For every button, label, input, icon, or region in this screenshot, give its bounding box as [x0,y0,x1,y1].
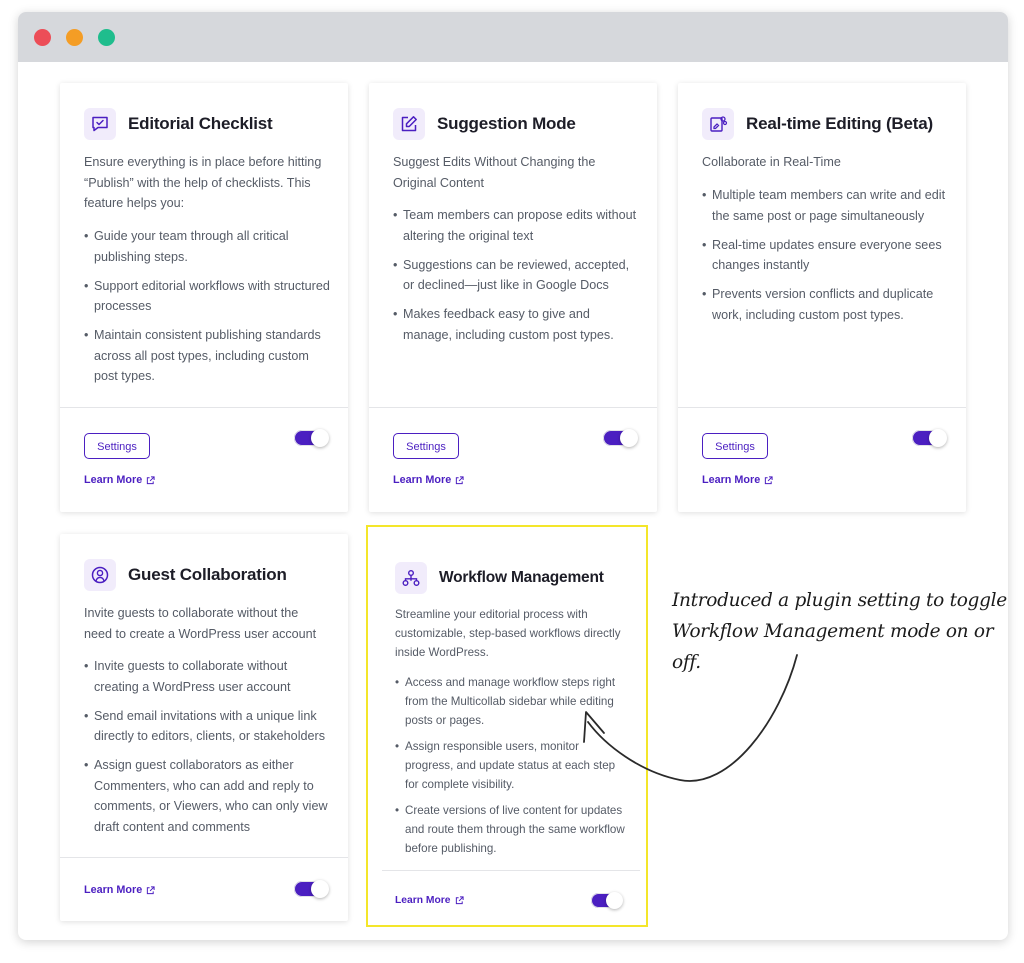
highlight-box [366,525,648,927]
learn-more-label: Learn More [84,474,143,486]
feature-list: Team members can propose edits without a… [393,205,639,354]
card-suggestion-mode: Suggestion Mode Suggest Edits Without Ch… [369,83,657,512]
divider [60,407,348,408]
feature-list: Invite guests to collaborate without cre… [84,656,330,846]
card-realtime-editing: Real-time Editing (Beta) Collaborate in … [678,83,966,512]
list-item: Support editorial workflows with structu… [84,276,330,317]
list-item: Send email invitations with a unique lin… [84,706,330,747]
list-item: Invite guests to collaborate without cre… [84,656,330,697]
close-window-button[interactable] [34,29,51,46]
list-item: Maintain consistent publishing standards… [84,325,330,387]
feature-toggle[interactable] [603,429,638,447]
external-link-icon [764,475,773,485]
toggle-knob [311,429,329,447]
toggle-knob [929,429,947,447]
divider [369,407,657,408]
learn-more-link[interactable]: Learn More [702,474,773,486]
feature-list: Multiple team members can write and edit… [702,185,948,334]
user-circle-icon [84,559,116,591]
card-description: Invite guests to collaborate without the… [84,606,317,641]
learn-more-link[interactable]: Learn More [84,474,155,486]
learn-more-link[interactable]: Learn More [84,884,155,896]
feature-toggle[interactable] [294,880,329,898]
external-link-icon [146,885,155,895]
card-title: Editorial Checklist [128,114,273,133]
list-item: Real-time updates ensure everyone sees c… [702,235,948,276]
card-title: Guest Collaboration [128,565,287,584]
list-item: Prevents version conflicts and duplicate… [702,284,948,325]
card-description: Collaborate in Real-Time [702,155,841,169]
edit-icon [393,108,425,140]
divider [60,857,348,858]
card-description: Ensure everything is in place before hit… [84,155,322,210]
external-link-icon [146,475,155,485]
card-title: Real-time Editing (Beta) [746,114,933,133]
external-link-icon [455,475,464,485]
realtime-edit-icon [702,108,734,140]
feature-list: Guide your team through all critical pub… [84,226,330,395]
list-item: Assign guest collaborators as either Com… [84,755,330,837]
checklist-icon [84,108,116,140]
divider [678,407,966,408]
feature-toggle[interactable] [294,429,329,447]
card-description: Suggest Edits Without Changing the Origi… [393,155,596,190]
settings-button[interactable]: Settings [393,433,459,459]
list-item: Multiple team members can write and edit… [702,185,948,226]
minimize-window-button[interactable] [66,29,83,46]
learn-more-label: Learn More [702,474,761,486]
card-title: Suggestion Mode [437,114,576,133]
annotation-text: Introduced a plugin setting to toggle Wo… [672,585,1017,678]
list-item: Guide your team through all critical pub… [84,226,330,267]
card-guest-collaboration: Guest Collaboration Invite guests to col… [60,534,348,921]
maximize-window-button[interactable] [98,29,115,46]
card-editorial-checklist: Editorial Checklist Ensure everything is… [60,83,348,512]
annotation-line: Workflow Management mode on or off. [672,621,994,673]
list-item: Suggestions can be reviewed, accepted, o… [393,255,639,296]
settings-button[interactable]: Settings [84,433,150,459]
list-item: Makes feedback easy to give and manage, … [393,304,639,345]
toggle-knob [311,880,329,898]
annotation-line: Introduced a plugin setting to toggle [672,590,1007,611]
list-item: Team members can propose edits without a… [393,205,639,246]
learn-more-label: Learn More [84,884,143,896]
window-titlebar [18,12,1008,62]
toggle-knob [620,429,638,447]
feature-toggle[interactable] [912,429,947,447]
settings-button[interactable]: Settings [702,433,768,459]
learn-more-label: Learn More [393,474,452,486]
learn-more-link[interactable]: Learn More [393,474,464,486]
